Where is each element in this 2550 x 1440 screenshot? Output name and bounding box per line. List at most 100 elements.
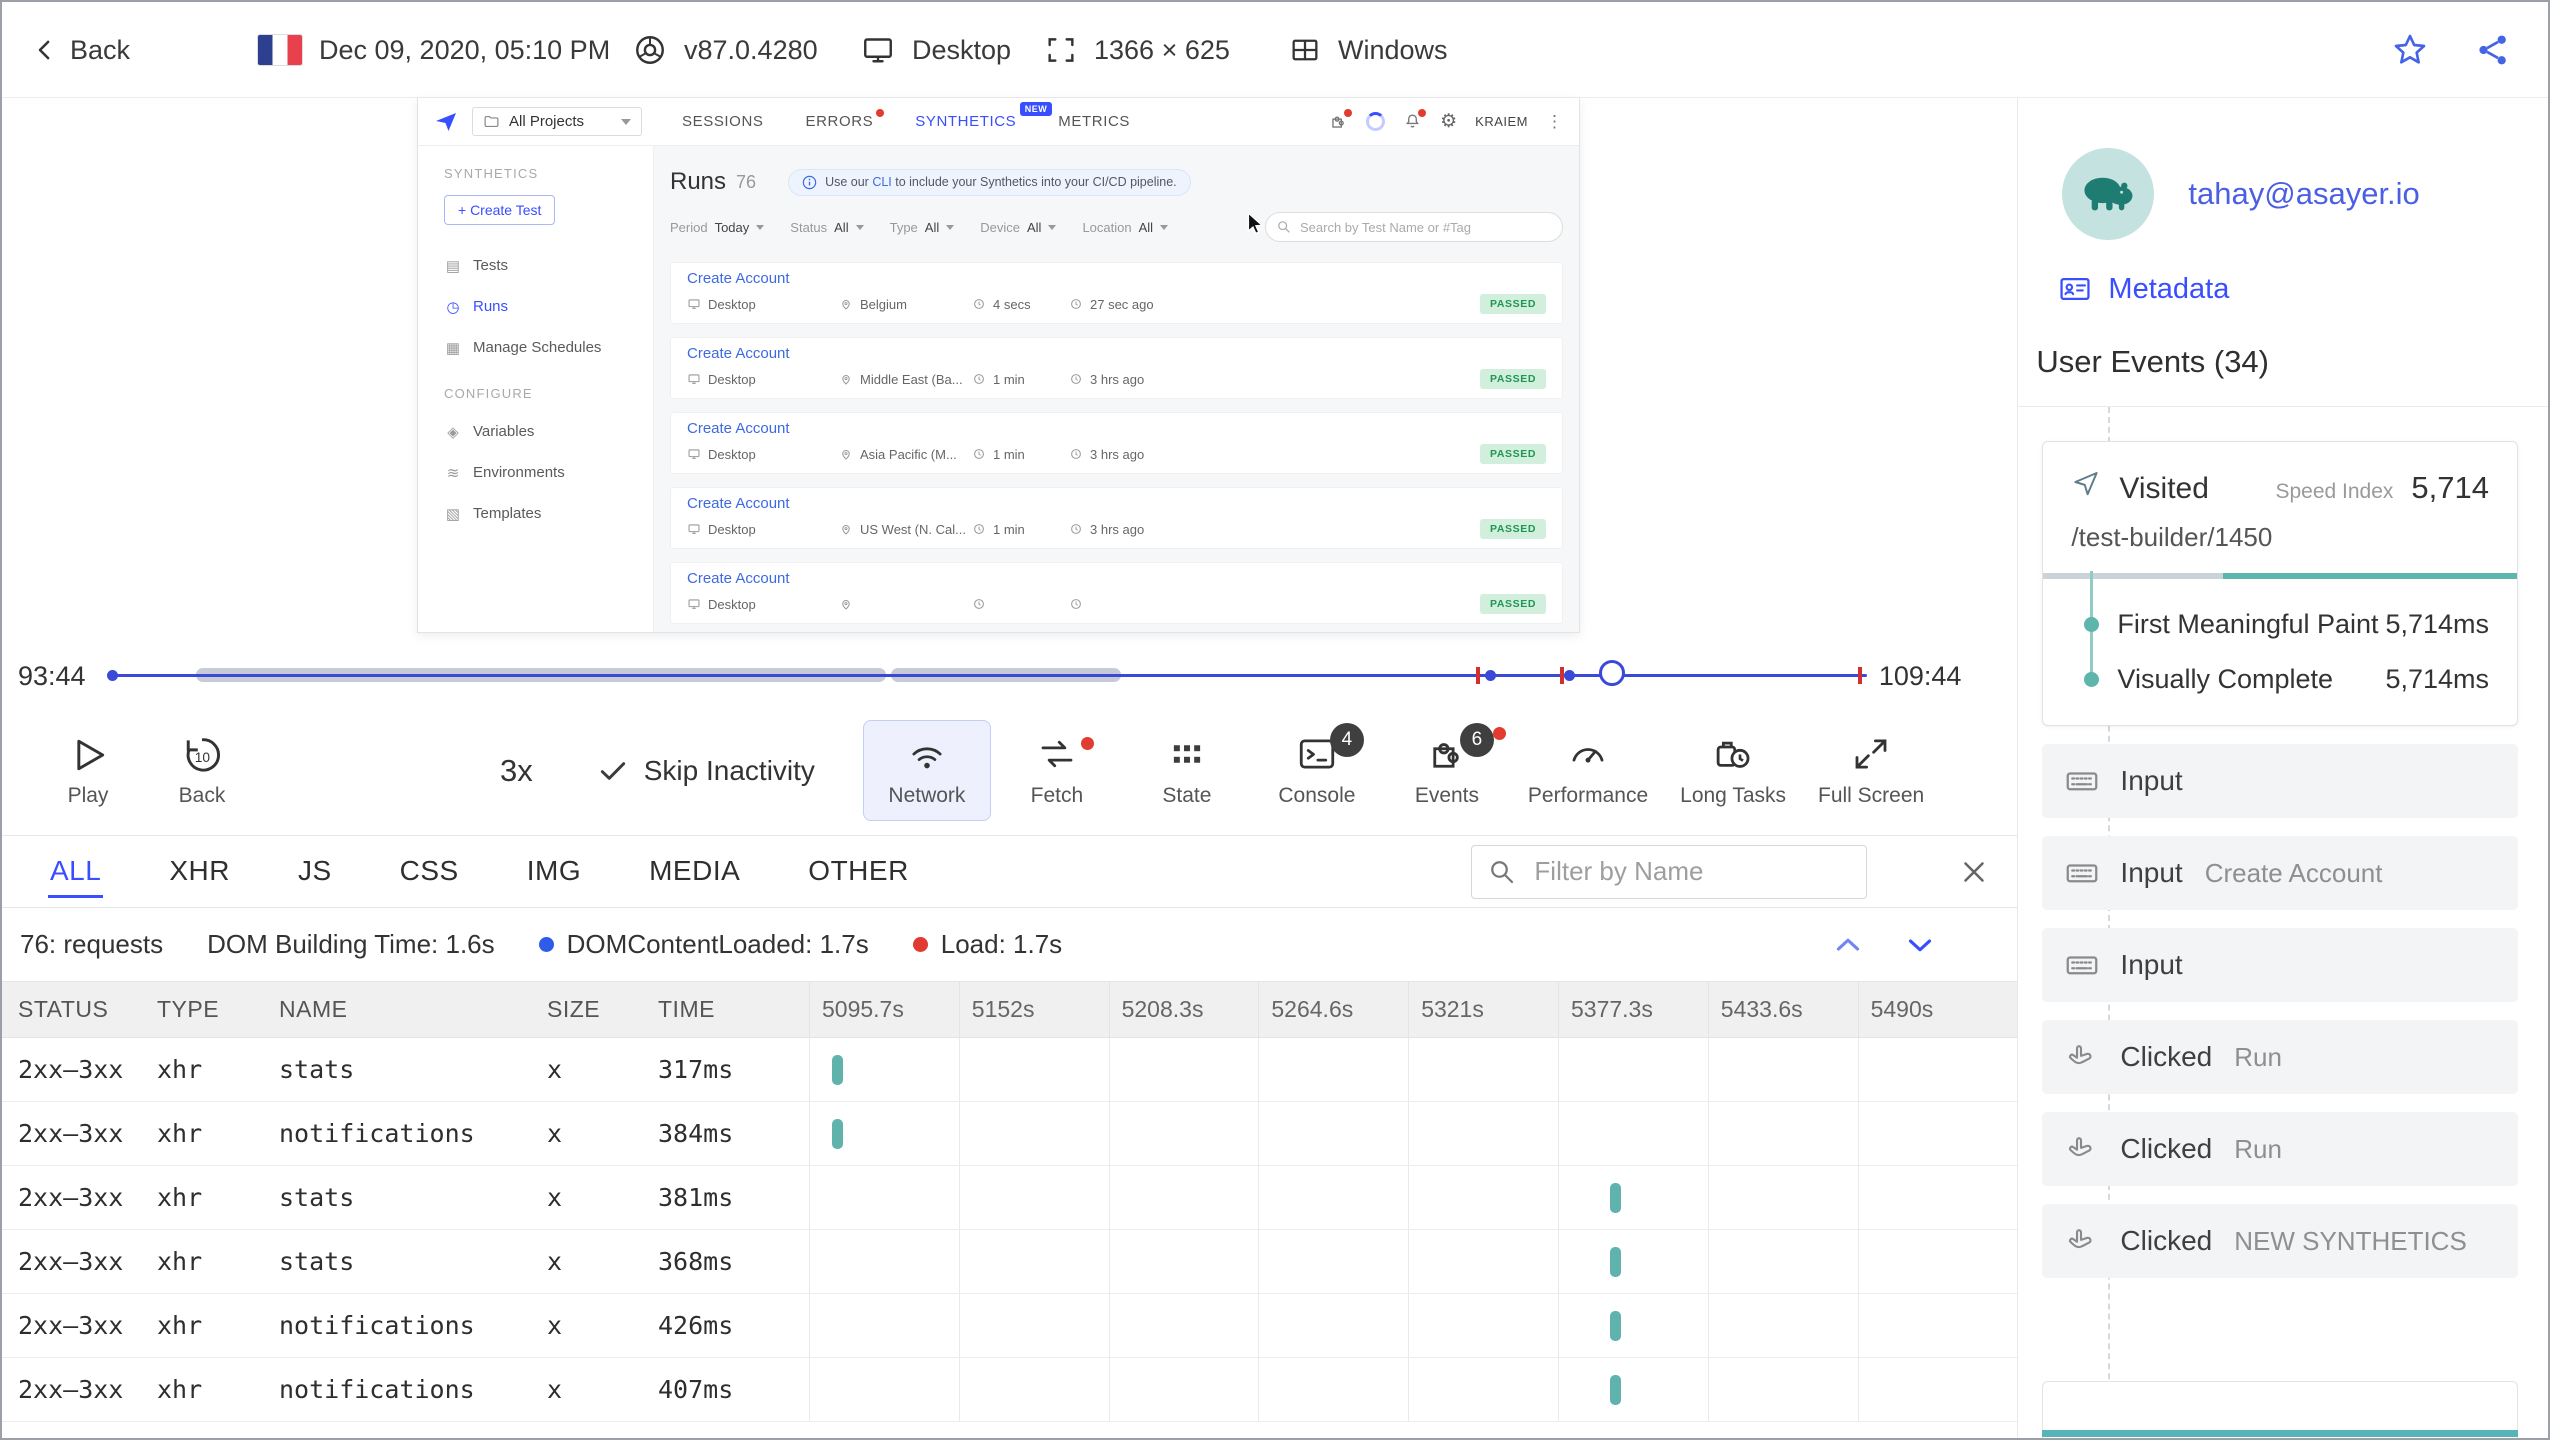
play-button[interactable]: Play (42, 733, 134, 808)
long-tasks-panel-button[interactable]: Long Tasks (1665, 720, 1801, 821)
filter-dropdown[interactable]: Type All (890, 220, 955, 235)
network-filter-input[interactable] (1471, 844, 1868, 899)
fetch-panel-button[interactable]: Fetch (993, 720, 1121, 821)
runs-icon: ◷ (446, 298, 460, 316)
visited-event-card[interactable]: Visited Speed Index 5,714 /test-builder/… (2042, 441, 2518, 726)
user-event-card[interactable]: Input Create Account (2042, 836, 2518, 910)
app-nav-tab[interactable]: SESSIONSNEW (682, 113, 764, 130)
kebab-menu-icon[interactable]: ⋮ (1546, 112, 1563, 132)
network-tabs-bar: ALL XHR JS CSS IMG MEDIA OTHER (2, 836, 2018, 908)
runs-search-input[interactable] (1265, 212, 1563, 242)
monitor-icon (860, 32, 896, 68)
network-panel-button[interactable]: Network (862, 720, 991, 821)
app-nav-tab[interactable]: METRICSNEW (1058, 113, 1130, 130)
timeline-event-dot[interactable] (1564, 670, 1575, 681)
request-size: x (547, 1055, 563, 1084)
run-group[interactable]: Create Account Desktop PASSED (670, 562, 1563, 624)
event-label: Clicked (2120, 1041, 2213, 1072)
performance-panel-button[interactable]: Performance (1513, 720, 1663, 821)
keyboard-icon (2064, 763, 2102, 799)
sidebar-item[interactable]: ▦ Manage Schedules (444, 327, 653, 368)
state-panel-button[interactable]: State (1123, 720, 1251, 821)
network-type-tab[interactable]: IMG (525, 845, 583, 898)
sidebar-item[interactable]: ◷ Runs (444, 286, 653, 327)
user-event-card[interactable]: Clicked Run (2042, 1112, 2518, 1186)
timeline-event-dot[interactable] (107, 670, 118, 681)
user-event-card[interactable]: Clicked Run (2042, 1020, 2518, 1094)
run-group[interactable]: Create Account Desktop US West (N. Cal..… (670, 487, 1563, 549)
notifications-bell-icon[interactable] (1403, 109, 1427, 131)
filter-dropdown[interactable]: Period Today (670, 220, 765, 235)
close-panel-button[interactable] (1957, 855, 1991, 889)
network-type-tab[interactable]: OTHER (806, 845, 911, 898)
network-type-tab[interactable]: CSS (398, 845, 461, 898)
network-type-tab[interactable]: JS (296, 845, 334, 898)
back-button[interactable]: Back (30, 2, 130, 98)
app-nav-tab[interactable]: ERRORSNEW (806, 109, 885, 130)
network-type-tab[interactable]: MEDIA (647, 845, 742, 898)
pointer-icon (2064, 1224, 2102, 1258)
skip-inactivity-checkbox[interactable]: Skip Inactivity (597, 755, 815, 787)
sidebar-item[interactable]: ▧ Templates (444, 493, 653, 534)
timeline-knob[interactable] (1598, 660, 1625, 686)
sidebar-item[interactable]: ≋ Environments (444, 452, 653, 493)
app-nav-right: ⚙ KRAIEM ⋮ (1329, 109, 1563, 133)
run-name-link[interactable]: Create Account (671, 338, 1562, 364)
next-event-card-partial[interactable] (2042, 1381, 2518, 1438)
jump-up-button[interactable] (1829, 926, 1867, 964)
run-name-link[interactable]: Create Account (671, 263, 1562, 289)
network-type-tab[interactable]: XHR (167, 845, 232, 898)
jump-down-button[interactable] (1901, 926, 1939, 964)
network-request-row[interactable]: 2xx–3xx xhr stats x 317ms (2, 1038, 2018, 1102)
id-card-icon (2060, 277, 2091, 301)
run-name-link[interactable]: Create Account (671, 563, 1562, 589)
cli-link[interactable]: CLI (872, 175, 891, 189)
error-marker[interactable] (1559, 667, 1564, 684)
app-nav-tab[interactable]: SYNTHETICS NEW (915, 102, 1053, 130)
sidebar-item[interactable]: ▤ Tests (444, 245, 653, 286)
filter-dropdown[interactable]: Location All (1082, 220, 1169, 235)
monitor-icon (687, 597, 701, 611)
network-request-row[interactable]: 2xx–3xx xhr notifications x 384ms (2, 1102, 2018, 1166)
integrations-icon[interactable] (1329, 109, 1353, 131)
error-marker[interactable] (1475, 667, 1480, 684)
user-event-card[interactable]: Clicked NEW SYNTHETICS (2042, 1204, 2518, 1278)
network-request-row[interactable]: 2xx–3xx xhr notifications x 426ms (2, 1294, 2018, 1358)
network-filter (1471, 844, 1868, 899)
share-button[interactable] (2474, 2, 2512, 98)
user-event-card[interactable]: Input (2042, 928, 2518, 1002)
run-name-link[interactable]: Create Account (671, 488, 1562, 514)
run-group[interactable]: Create Account Desktop Middle East (Ba..… (670, 337, 1563, 399)
os-label: Windows (1338, 34, 1448, 65)
request-type: xhr (157, 1247, 203, 1276)
error-marker[interactable] (1858, 667, 1863, 684)
user-menu[interactable]: KRAIEM (1475, 114, 1528, 129)
project-selector[interactable]: All Projects (472, 107, 642, 136)
network-type-tab[interactable]: ALL (48, 845, 104, 898)
network-request-row[interactable]: 2xx–3xx xhr stats x 381ms (2, 1166, 2018, 1230)
event-detail: NEW SYNTHETICS (2234, 1225, 2467, 1256)
folder-icon (483, 113, 500, 130)
favorite-button[interactable] (2390, 2, 2430, 98)
network-request-row[interactable]: 2xx–3xx xhr notifications x 407ms (2, 1358, 2018, 1422)
console-panel-button[interactable]: 4 Console (1253, 720, 1381, 821)
fullscreen-button[interactable]: Full Screen (1803, 720, 1939, 821)
events-panel-button[interactable]: 6 Events (1383, 720, 1511, 821)
gear-icon[interactable]: ⚙ (1440, 110, 1457, 133)
metadata-button[interactable]: Metadata (2018, 272, 2548, 306)
user-event-card[interactable]: Input (2042, 744, 2518, 818)
run-group[interactable]: Create Account Desktop Asia Pacific (M..… (670, 412, 1563, 474)
skip-back-button[interactable]: 10 Back (156, 733, 248, 808)
playback-speed-button[interactable]: 3x (500, 753, 533, 789)
network-request-row[interactable]: 2xx–3xx xhr stats x 368ms (2, 1230, 2018, 1294)
run-group[interactable]: Create Account Desktop Belgium 4 secs 27… (670, 262, 1563, 324)
sidebar-item[interactable]: ◈ Variables (444, 411, 653, 452)
run-name-link[interactable]: Create Account (671, 413, 1562, 439)
fullscreen-expand-icon (1855, 739, 1887, 769)
filter-dropdown[interactable]: Device All (980, 220, 1057, 235)
create-test-button[interactable]: + Create Test (444, 195, 556, 225)
timeline-event-dot[interactable] (1485, 670, 1496, 681)
status-badge: PASSED (1480, 594, 1546, 614)
filter-dropdown[interactable]: Status All (790, 220, 864, 235)
timeline-track[interactable] (107, 660, 1868, 686)
